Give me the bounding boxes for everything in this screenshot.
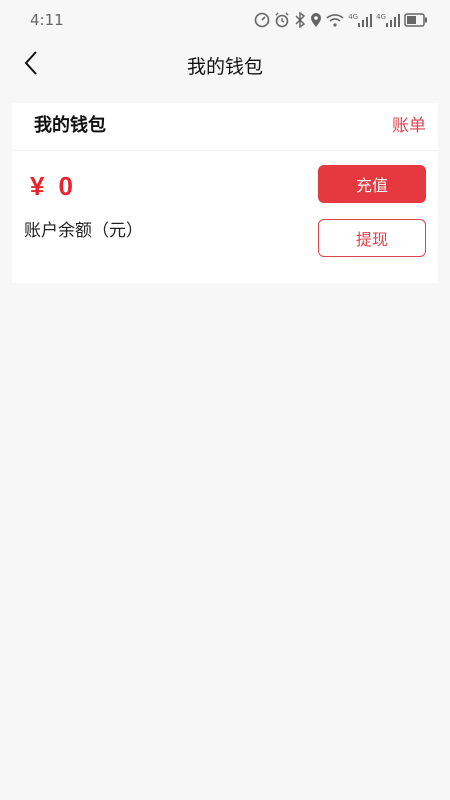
- currency-symbol: ¥: [30, 171, 45, 201]
- wallet-card-header: 我的钱包 账单: [12, 103, 438, 151]
- location-icon: [310, 12, 322, 28]
- chevron-left-icon: [23, 50, 39, 80]
- status-time: 4:11: [30, 11, 64, 29]
- back-button[interactable]: [14, 48, 48, 82]
- wifi-icon: [326, 12, 344, 28]
- speedometer-icon: [254, 12, 270, 28]
- status-icons: 4G 4G: [254, 12, 428, 28]
- alarm-icon: [274, 12, 290, 28]
- signal-4g-icon: 4G: [348, 13, 373, 27]
- recharge-button[interactable]: 充值: [318, 165, 426, 203]
- withdraw-button[interactable]: 提现: [318, 219, 426, 257]
- bill-link[interactable]: 账单: [392, 111, 426, 136]
- wallet-title: 我的钱包: [34, 115, 106, 136]
- battery-icon: [404, 13, 428, 27]
- balance-label: 账户余额（元）: [24, 221, 143, 241]
- signal-4g-icon: 4G: [376, 13, 400, 27]
- balance-amount: ¥0: [30, 171, 73, 202]
- balance-value: 0: [58, 171, 73, 201]
- status-bar: 4:11 4G 4G: [0, 0, 450, 40]
- nav-bar: 我的钱包: [0, 40, 450, 90]
- wallet-card: 我的钱包 账单 ¥0 账户余额（元） 充值 提现: [12, 103, 438, 283]
- page-title: 我的钱包: [186, 55, 263, 78]
- bluetooth-icon: [294, 12, 306, 28]
